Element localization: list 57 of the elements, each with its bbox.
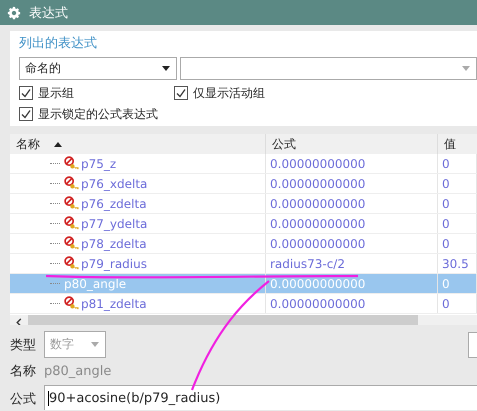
value-cell: 0 [438, 234, 477, 253]
expression-name: p75_z [81, 156, 116, 170]
formula-cell: radius73-c/2 [266, 254, 438, 273]
table-row[interactable]: p75_z 0.00000000000 0 [10, 154, 477, 174]
field-label: 类型 [10, 336, 37, 354]
field-label: 名称 [10, 363, 37, 380]
scroll-left-icon[interactable] [16, 318, 22, 325]
column-header[interactable]: 值 [438, 134, 477, 154]
formula-cell: 0.00000000000 [266, 154, 438, 173]
checkbox[interactable] [174, 86, 188, 100]
expression-name: p76_zdelta [81, 196, 147, 210]
table-row[interactable]: p76_zdelta 0.00000000000 0 [10, 194, 477, 214]
filter-dropdown[interactable]: 命名的 [19, 57, 177, 80]
table-row[interactable]: p78_zdelta 0.00000000000 0 [10, 234, 477, 254]
table-row[interactable]: p81_zdelta 0.00000000000 0 [10, 294, 477, 314]
expression-name: p79_radius [81, 256, 147, 270]
section-title: 列出的表达式 [19, 35, 98, 53]
side-control[interactable] [468, 332, 477, 358]
dropdown-value: 命名的 [25, 60, 61, 77]
formula-field[interactable]: 90+acosine(b/p79_radius) [44, 385, 477, 410]
scroll-thumb[interactable] [28, 315, 418, 325]
formula-cell: 0.00000000000 [266, 274, 438, 293]
column-header[interactable]: 名称 [10, 134, 266, 154]
caret-icon [462, 66, 470, 71]
expression-name: p80_angle [64, 276, 126, 290]
caret-icon [162, 66, 170, 71]
expression-name: p81_zdelta [81, 296, 147, 310]
group-dropdown[interactable] [180, 57, 477, 80]
settings-icon[interactable] [7, 6, 21, 20]
checkbox[interactable] [19, 107, 33, 121]
formula-cell: 0.00000000000 [266, 294, 438, 313]
checkbox-label: 仅显示活动组 [193, 84, 265, 102]
value-cell: 0 [438, 294, 477, 313]
value-cell: 0 [438, 174, 477, 193]
name-value: p80_angle [44, 364, 112, 378]
expression-name: p77_ydelta [81, 216, 148, 230]
column-header[interactable]: 公式 [266, 134, 438, 154]
value-cell: 30.5 [438, 254, 477, 273]
caret-icon [91, 342, 99, 347]
table-row[interactable]: p76_xdelta 0.00000000000 0 [10, 174, 477, 194]
horizontal-scrollbar[interactable] [10, 315, 477, 325]
value-cell: 0 [438, 194, 477, 213]
table-row[interactable]: p77_ydelta 0.00000000000 0 [10, 214, 477, 234]
value-cell: 0 [438, 154, 477, 173]
formula-cell: 0.00000000000 [266, 234, 438, 253]
value-cell: 0 [438, 274, 477, 293]
checkbox-label: 显示锁定的公式表达式 [38, 106, 158, 122]
field-label: 公式 [10, 391, 37, 408]
value-cell: 0 [438, 214, 477, 233]
formula-cell: 0.00000000000 [266, 194, 438, 213]
checkbox-label: 显示组 [38, 84, 74, 102]
checkbox[interactable] [19, 86, 33, 100]
window-title: 表达式 [29, 4, 68, 22]
formula-cell: 0.00000000000 [266, 214, 438, 233]
expression-name: p78_zdelta [81, 236, 147, 250]
formula-cell: 0.00000000000 [266, 174, 438, 193]
expression-name: p76_xdelta [81, 176, 148, 190]
